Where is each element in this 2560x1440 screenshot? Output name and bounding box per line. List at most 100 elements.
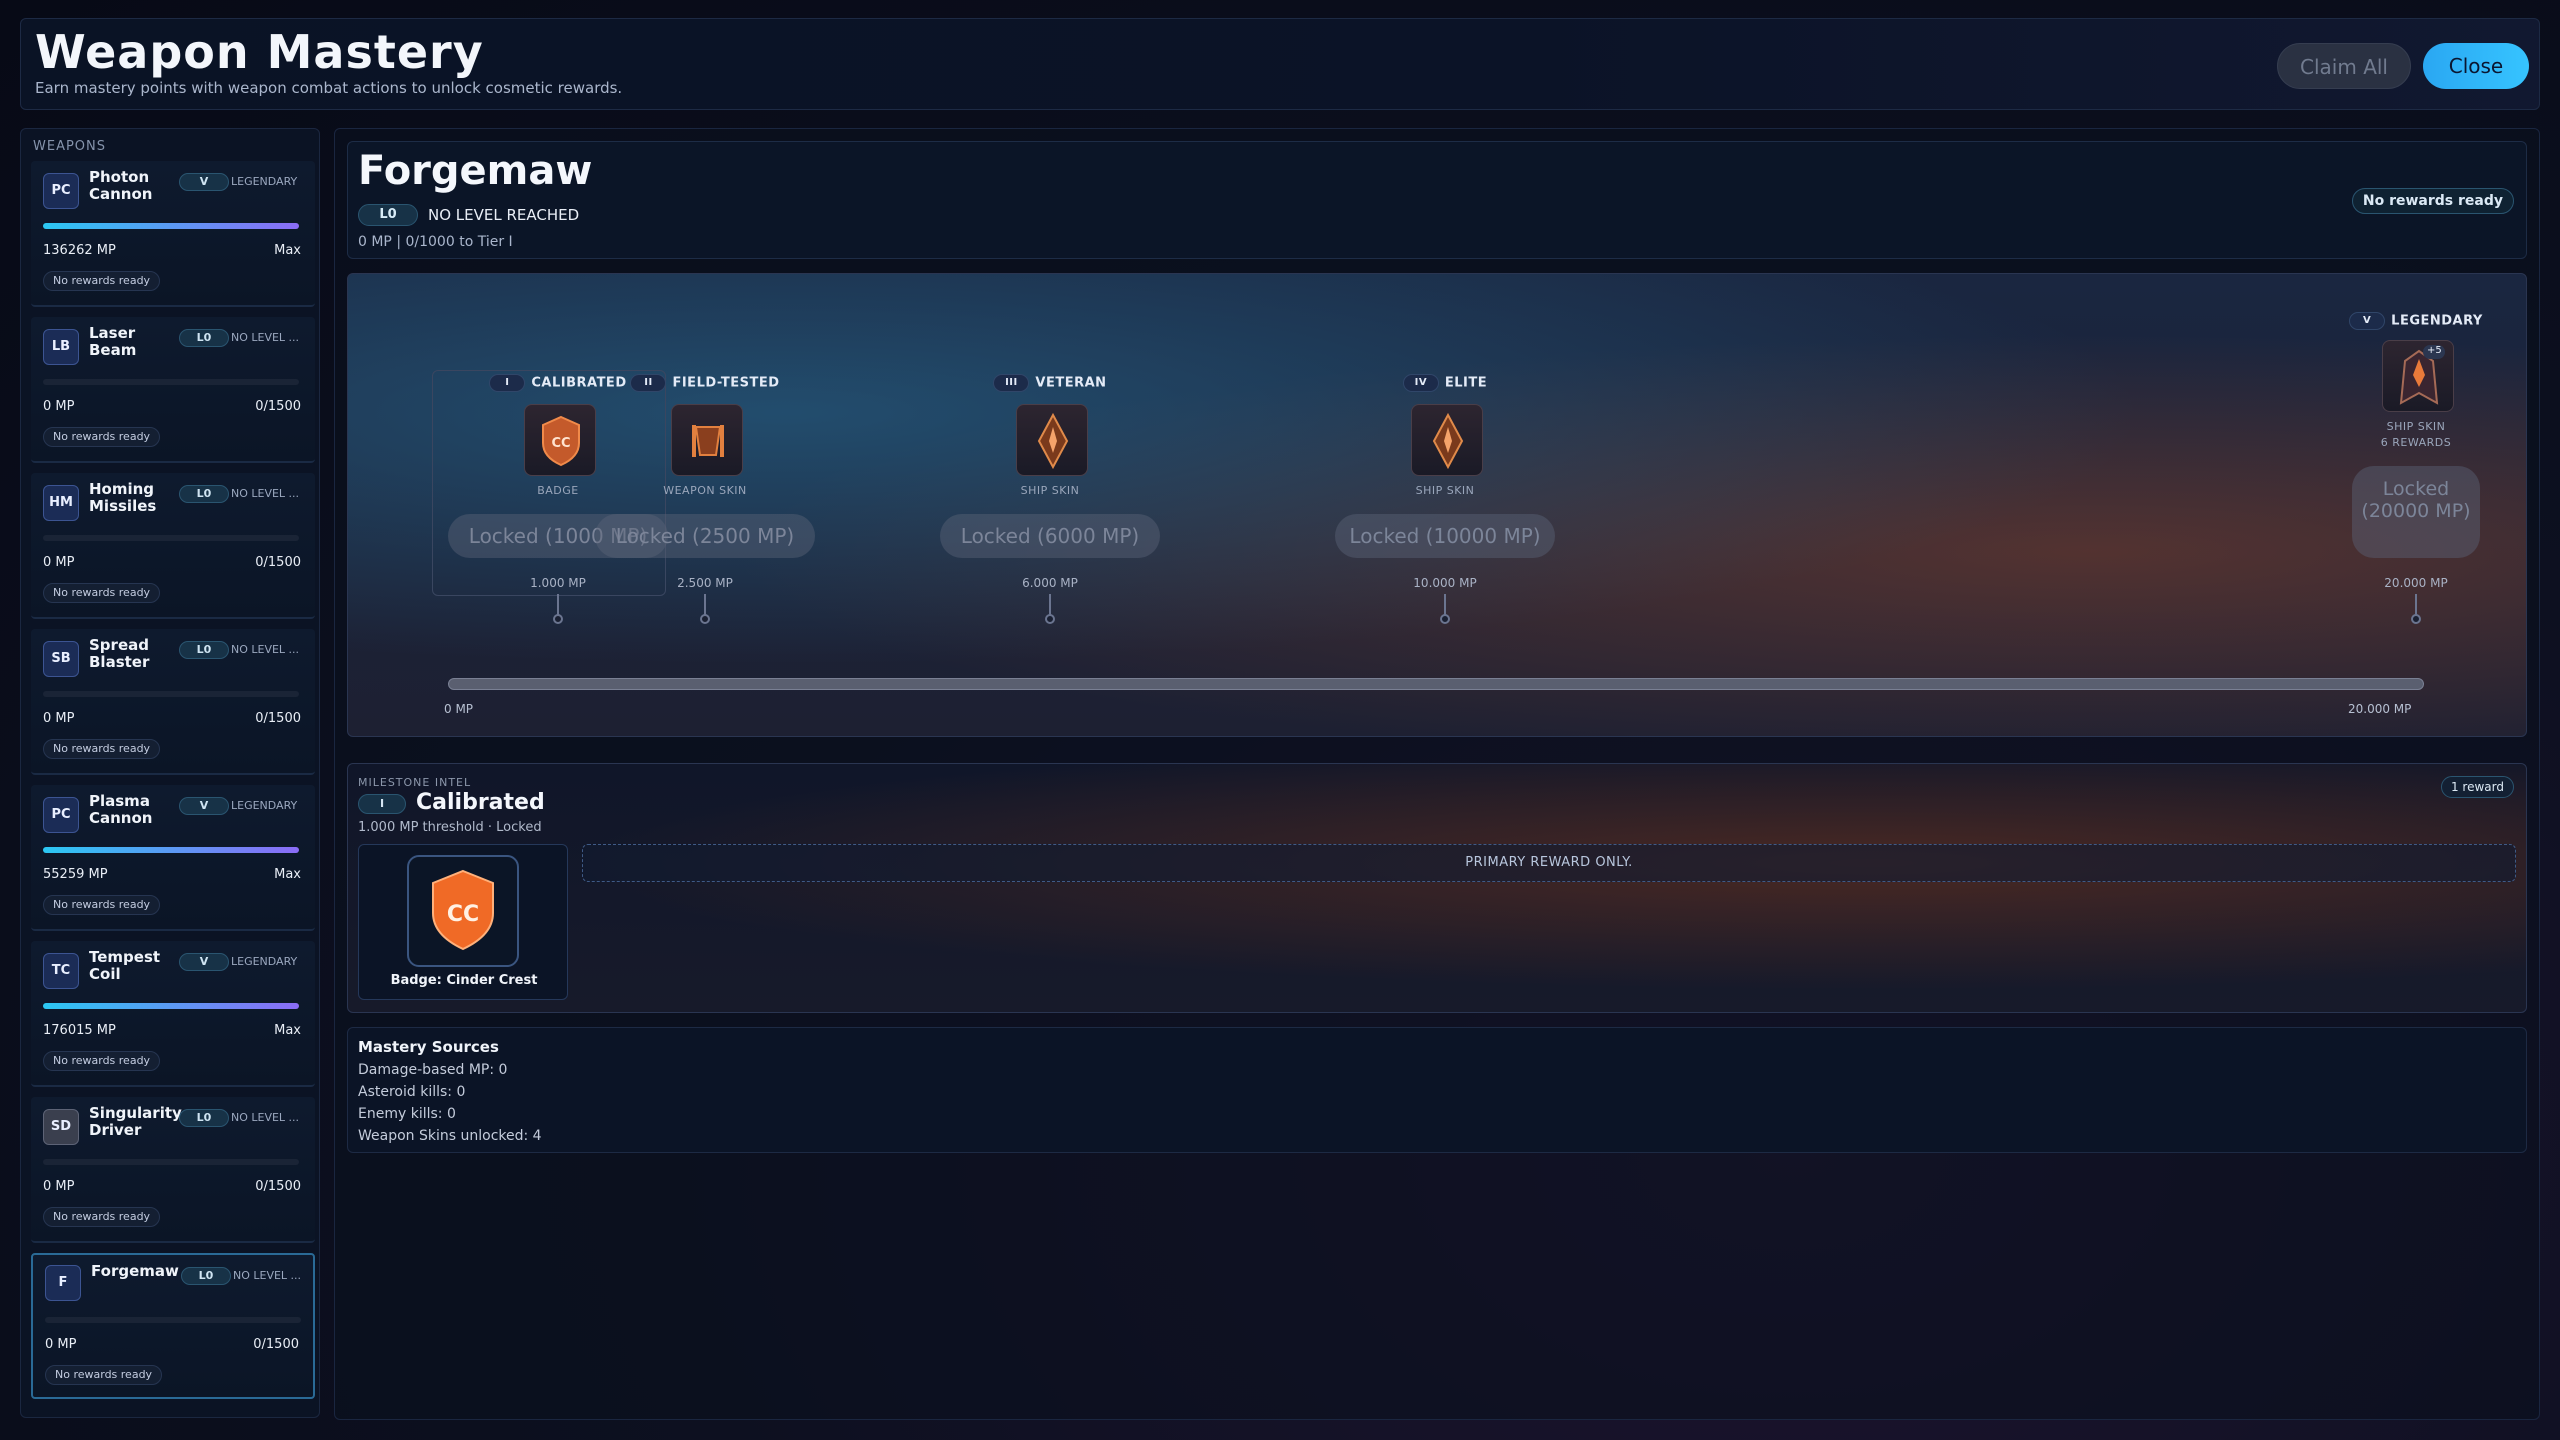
- tier-numeral: IV: [1402, 374, 1439, 392]
- milestone-node: [700, 614, 710, 624]
- rewards-status-badge: No rewards ready: [43, 1051, 161, 1071]
- locked-button[interactable]: Locked (2500 MP): [595, 514, 815, 558]
- weapon-info: Forgemaw L0 NO LEVEL REACHED 0 MP | 0/10…: [347, 141, 2527, 259]
- weapons-sidebar: WEAPONS PC Photon Cannon V LEGENDARY 136…: [20, 128, 320, 1418]
- mastery-progress-bar: [43, 1003, 299, 1009]
- milestone-node: [553, 614, 563, 624]
- weapon-card-tempest-coil[interactable]: TC Tempest Coil V LEGENDARY 176015 MP Ma…: [31, 941, 315, 1087]
- tier-numeral: V: [2349, 312, 2386, 330]
- tier-pill: L0: [179, 641, 229, 659]
- locked-button[interactable]: Locked (6000 MP): [940, 514, 1160, 558]
- tier-name: LEGENDARY: [231, 799, 298, 812]
- tier-numeral: II: [630, 374, 667, 392]
- milestone-intel: MILESTONE INTEL I Calibrated 1.000 MP th…: [347, 763, 2527, 1013]
- milestone-node: [2411, 614, 2421, 624]
- weapon-progress: Max: [274, 867, 301, 882]
- rewards-status-badge: No rewards ready: [43, 427, 161, 447]
- tier-pill: V: [179, 173, 229, 191]
- milestone-veteran[interactable]: III VETERAN SHIP SKIN Locked (6000 MP) 6.…: [920, 274, 1180, 654]
- tier-name: NO LEVEL ...: [231, 487, 300, 500]
- milestone-name: ELITE: [1444, 375, 1488, 391]
- weapon-mp: 0 MP: [45, 1337, 77, 1352]
- milestone-field-tested[interactable]: II FIELD-TESTED WEAPON SKIN Locked (2500 …: [575, 274, 835, 654]
- locked-button[interactable]: Locked (10000 MP): [1335, 514, 1555, 558]
- weapon-name: Spread Blaster: [89, 636, 150, 671]
- tier-pill: L0: [179, 329, 229, 347]
- track-max-label: 20.000 MP: [2348, 702, 2412, 716]
- weapon-card-forgemaw[interactable]: F Forgemaw L0 NO LEVEL ... 0 MP 0/1500 N…: [31, 1253, 315, 1399]
- rewards-ready-badge: No rewards ready: [2351, 188, 2514, 214]
- tier-name: NO LEVEL ...: [231, 643, 300, 656]
- weapon-avatar: HM: [43, 485, 79, 521]
- milestone-node: [1440, 614, 1450, 624]
- weapon-skin-icon[interactable]: [671, 404, 743, 476]
- mastery-progress-bar: [43, 223, 299, 229]
- close-button[interactable]: Close: [2423, 43, 2529, 89]
- weapon-avatar: TC: [43, 953, 79, 989]
- mastery-track: I CALIBRATED CC BADGE Locked (1000 MP) 1.…: [347, 273, 2527, 737]
- weapon-card-laser-beam[interactable]: LB Laser Beam L0 NO LEVEL ... 0 MP 0/150…: [31, 317, 315, 463]
- source-line: Enemy kills: 0: [358, 1106, 456, 1122]
- reward-count-badge: 1 reward: [2440, 776, 2514, 798]
- claim-all-button[interactable]: Claim All: [2277, 43, 2411, 89]
- weapon-avatar: PC: [43, 797, 79, 833]
- tier-name: LEGENDARY: [231, 175, 298, 188]
- primary-reward-notice: PRIMARY REWARD ONLY.: [582, 844, 2516, 882]
- weapon-name: Photon Cannon: [89, 168, 153, 203]
- weapon-avatar: SD: [43, 1109, 79, 1145]
- milestone-reward-type: WEAPON SKIN: [663, 484, 747, 497]
- weapon-card-singularity-driver[interactable]: SD Singularity Driver L0 NO LEVEL ... 0 …: [31, 1097, 315, 1243]
- mastery-progress-bar: [43, 535, 299, 541]
- weapon-avatar: LB: [43, 329, 79, 365]
- weapon-name: Forgemaw: [91, 1262, 179, 1280]
- weapon-mp: 0 MP: [43, 711, 75, 726]
- weapon-progress: 0/1500: [255, 555, 301, 570]
- milestone-reward-count: 6 REWARDS: [2380, 436, 2452, 449]
- milestone-name: FIELD-TESTED: [672, 375, 780, 391]
- ship-skin-icon[interactable]: [1411, 404, 1483, 476]
- intel-kicker: MILESTONE INTEL: [358, 776, 472, 789]
- weapon-name: Laser Beam: [89, 324, 137, 359]
- locked-button[interactable]: Locked (20000 MP): [2352, 466, 2480, 558]
- source-line: Weapon Skins unlocked: 4: [358, 1128, 542, 1144]
- rewards-status-badge: No rewards ready: [43, 895, 161, 915]
- milestone-header: IV ELITE: [1315, 374, 1575, 396]
- page-title: Weapon Mastery: [35, 25, 484, 79]
- weapon-mp: 136262 MP: [43, 243, 116, 258]
- tier-numeral: III: [993, 374, 1030, 392]
- tier-pill: I: [358, 794, 406, 814]
- level-pill: L0: [358, 204, 418, 226]
- badge-icon: CC: [407, 855, 519, 967]
- milestone-legendary[interactable]: V LEGENDARY +5 SHIP SKIN 6 REWARDS Locked…: [2286, 274, 2526, 654]
- milestone-name: VETERAN: [1035, 375, 1107, 391]
- reward-card[interactable]: CC Badge: Cinder Crest: [358, 844, 568, 1000]
- weapon-name: Singularity Driver: [89, 1104, 182, 1139]
- rewards-status-badge: No rewards ready: [43, 739, 161, 759]
- milestone-elite[interactable]: IV ELITE SHIP SKIN Locked (10000 MP) 10.0…: [1315, 274, 1575, 654]
- weapon-card-plasma-cannon[interactable]: PC Plasma Cannon V LEGENDARY 55259 MP Ma…: [31, 785, 315, 931]
- mastery-progress-bar: [43, 379, 299, 385]
- tier-pill: L0: [179, 485, 229, 503]
- rewards-status-badge: No rewards ready: [43, 583, 161, 603]
- rewards-status-badge: No rewards ready: [45, 1365, 163, 1385]
- milestone-mp: 2.500 MP: [677, 576, 733, 590]
- weapon-card-homing-missiles[interactable]: HM Homing Missiles L0 NO LEVEL ... 0 MP …: [31, 473, 315, 619]
- tier-pill: L0: [181, 1267, 231, 1285]
- page-subtitle: Earn mastery points with weapon combat a…: [35, 79, 623, 97]
- ship-skin-icon[interactable]: +5: [2382, 340, 2454, 412]
- weapon-progress: Max: [274, 243, 301, 258]
- mastery-progress-bar: [43, 1159, 299, 1165]
- svg-text:CC: CC: [447, 902, 479, 927]
- tier-name: NO LEVEL ...: [233, 1269, 302, 1282]
- weapon-card-spread-blaster[interactable]: SB Spread Blaster L0 NO LEVEL ... 0 MP 0…: [31, 629, 315, 775]
- ship-skin-icon[interactable]: [1016, 404, 1088, 476]
- weapon-card-photon-cannon[interactable]: PC Photon Cannon V LEGENDARY 136262 MP M…: [31, 161, 315, 307]
- track-min-label: 0 MP: [444, 702, 474, 716]
- mastery-progress-bar: [43, 691, 299, 697]
- milestone-header: V LEGENDARY: [2286, 312, 2526, 334]
- milestone-reward-type: SHIP SKIN: [1020, 484, 1080, 497]
- milestone-name: LEGENDARY: [2391, 313, 2483, 329]
- weapon-mp: 176015 MP: [43, 1023, 116, 1038]
- mastery-track-bar: [448, 678, 2424, 690]
- weapon-name: Homing Missiles: [89, 480, 157, 515]
